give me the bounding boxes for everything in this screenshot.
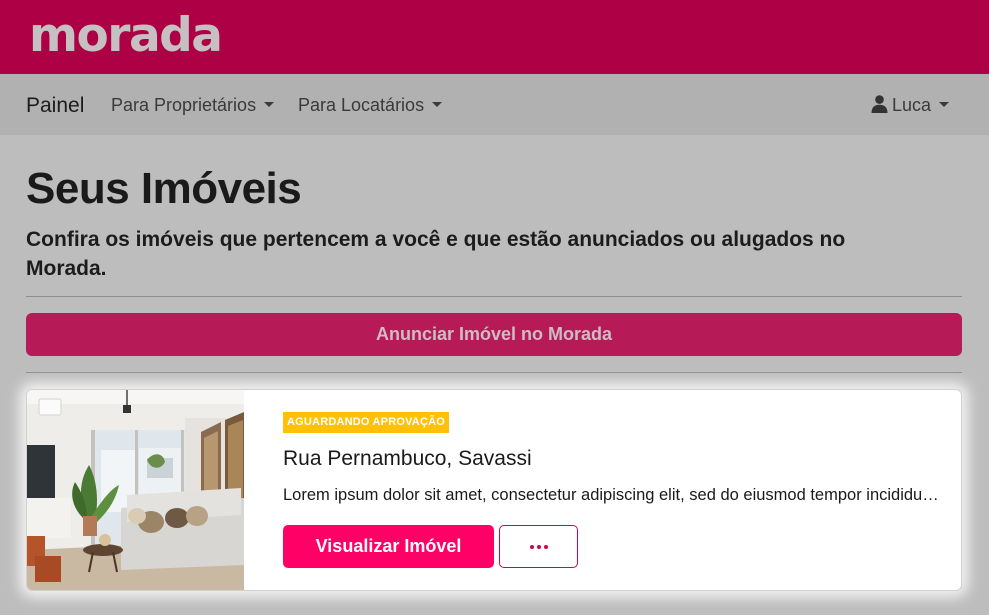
nav-dropdown-locatarios[interactable]: Para Locatários <box>298 93 443 117</box>
more-options-button[interactable] <box>499 525 578 568</box>
ellipsis-icon <box>543 544 548 549</box>
page-subtitle: Confira os imóveis que pertencem a você … <box>26 228 846 280</box>
property-card: AGUARDANDO APROVAÇÃO Rua Pernambuco, Sav… <box>26 389 962 591</box>
nav-brand-painel[interactable]: Painel <box>26 93 84 119</box>
user-icon <box>871 95 888 119</box>
nav-dropdown-label: Para Proprietários <box>111 95 257 115</box>
property-title: Rua Pernambuco, Savassi <box>283 447 532 470</box>
brand-header: morada <box>0 0 989 74</box>
view-property-button[interactable]: Visualizar Imóvel <box>283 525 494 568</box>
user-menu-dropdown[interactable]: Luca <box>871 93 950 119</box>
user-name: Luca <box>892 95 932 115</box>
caret-down-icon <box>939 102 950 107</box>
main-content: Seus Imóveis Confira os imóveis que pert… <box>0 135 989 615</box>
property-description: Lorem ipsum dolor sit amet, consectetur … <box>283 486 945 504</box>
morada-logo[interactable]: morada <box>29 6 223 66</box>
caret-down-icon <box>264 102 275 107</box>
navbar: Painel Para Proprietários Para Locatário… <box>0 74 989 135</box>
divider <box>26 372 962 373</box>
property-photo <box>27 390 244 590</box>
nav-dropdown-proprietarios[interactable]: Para Proprietários <box>111 93 275 117</box>
ellipsis-icon <box>529 544 534 549</box>
divider <box>26 296 962 297</box>
announce-property-button[interactable]: Anunciar Imóvel no Morada <box>26 313 962 356</box>
nav-dropdown-label: Para Locatários <box>298 95 425 115</box>
ellipsis-icon <box>536 544 541 549</box>
caret-down-icon <box>432 102 443 107</box>
status-badge: AGUARDANDO APROVAÇÃO <box>283 412 449 433</box>
page-title: Seus Imóveis <box>26 164 302 213</box>
